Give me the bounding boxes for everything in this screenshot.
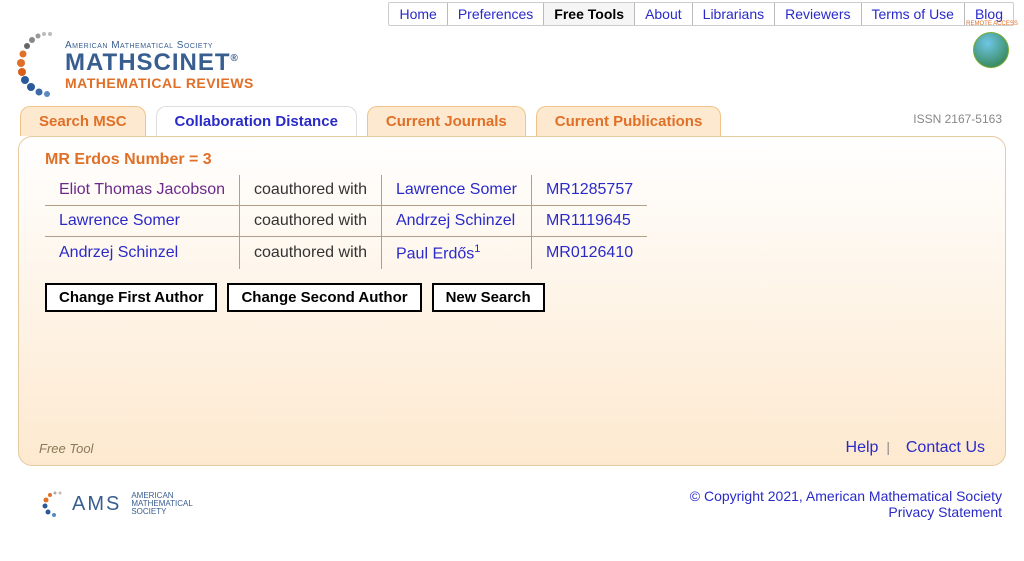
new-search-button[interactable]: New Search (432, 283, 545, 312)
table-row: Andrzej Schinzel coauthored with Paul Erdő… (45, 237, 647, 270)
topnav-terms-of-use[interactable]: Terms of Use (862, 3, 965, 25)
tab-current-publications[interactable]: Current Publications (536, 106, 722, 136)
remote-access-icon[interactable] (973, 32, 1009, 68)
table-row: Lawrence Somer coauthored with Andrzej Sch… (45, 206, 647, 237)
mr-link[interactable]: MR0126410 (546, 244, 633, 261)
page-footer: AMS AMERICANMATHEMATICALSOCIETY © Copyri… (0, 478, 1024, 530)
privacy-link[interactable]: Privacy Statement (888, 504, 1002, 520)
mathscinet-logo: American Mathematical Society MATHSCINET… (15, 26, 254, 98)
footnote-link[interactable]: 1 (474, 243, 480, 255)
author-link[interactable]: Andrzej Schinzel (396, 212, 515, 229)
coauthored-label: coauthored with (240, 206, 382, 237)
tab-row: Search MSC Collaboration Distance Current … (0, 106, 1024, 136)
topnav-about[interactable]: About (635, 3, 693, 25)
dots-icon (15, 28, 57, 98)
author-link[interactable]: Andrzej Schinzel (59, 244, 178, 261)
table-row: Eliot Thomas Jacobson coauthored with Lawr… (45, 175, 647, 206)
ams-dots-icon (40, 489, 66, 519)
mr-link[interactable]: MR1285757 (546, 181, 633, 198)
topnav-preferences[interactable]: Preferences (448, 3, 544, 25)
free-tool-label: Free Tool (39, 441, 93, 456)
issn-label: ISSN 2167-5163 (913, 112, 1002, 126)
tab-collaboration-distance[interactable]: Collaboration Distance (156, 106, 357, 136)
erdos-heading: MR Erdos Number = 3 (45, 151, 979, 169)
coauthored-label: coauthored with (240, 237, 382, 270)
author-link[interactable]: Paul Erdős (396, 245, 474, 262)
author-link[interactable]: Lawrence Somer (59, 212, 180, 229)
mr-link[interactable]: MR1119645 (546, 212, 631, 229)
brand-row: American Mathematical Society MATHSCINET… (0, 26, 1024, 106)
topnav-free-tools[interactable]: Free Tools (544, 3, 635, 25)
copyright-link[interactable]: © Copyright 2021, American Mathematical … (690, 488, 1002, 504)
coauthored-label: coauthored with (240, 175, 382, 206)
contact-us-link[interactable]: Contact Us (906, 439, 985, 456)
brand-subtitle: MATHEMATICAL REVIEWS (65, 75, 254, 91)
change-first-author-button[interactable]: Change First Author (45, 283, 217, 312)
topnav-reviewers[interactable]: Reviewers (775, 3, 861, 25)
tab-current-journals[interactable]: Current Journals (367, 106, 526, 136)
help-link[interactable]: Help (846, 439, 879, 456)
brand-name: MATHSCINET® (65, 51, 254, 75)
coauthor-table: Eliot Thomas Jacobsoncoauthored withLawr… (45, 175, 647, 269)
change-second-author-button[interactable]: Change Second Author (227, 283, 421, 312)
topnav-home[interactable]: Home (389, 3, 447, 25)
tab-search-msc[interactable]: Search MSC (20, 106, 146, 136)
author-link[interactable]: Lawrence Somer (396, 181, 517, 198)
topnav-librarians[interactable]: Librarians (693, 3, 775, 25)
author-link[interactable]: Eliot Thomas Jacobson (59, 181, 225, 198)
ams-logo: AMS AMERICANMATHEMATICALSOCIETY (40, 489, 193, 519)
ams-subtitle: AMERICANMATHEMATICALSOCIETY (131, 492, 192, 516)
top-nav: HomePreferencesFree ToolsAboutLibrarians… (0, 0, 1024, 26)
result-panel: MR Erdos Number = 3 Eliot Thomas Jacobso… (18, 136, 1006, 466)
